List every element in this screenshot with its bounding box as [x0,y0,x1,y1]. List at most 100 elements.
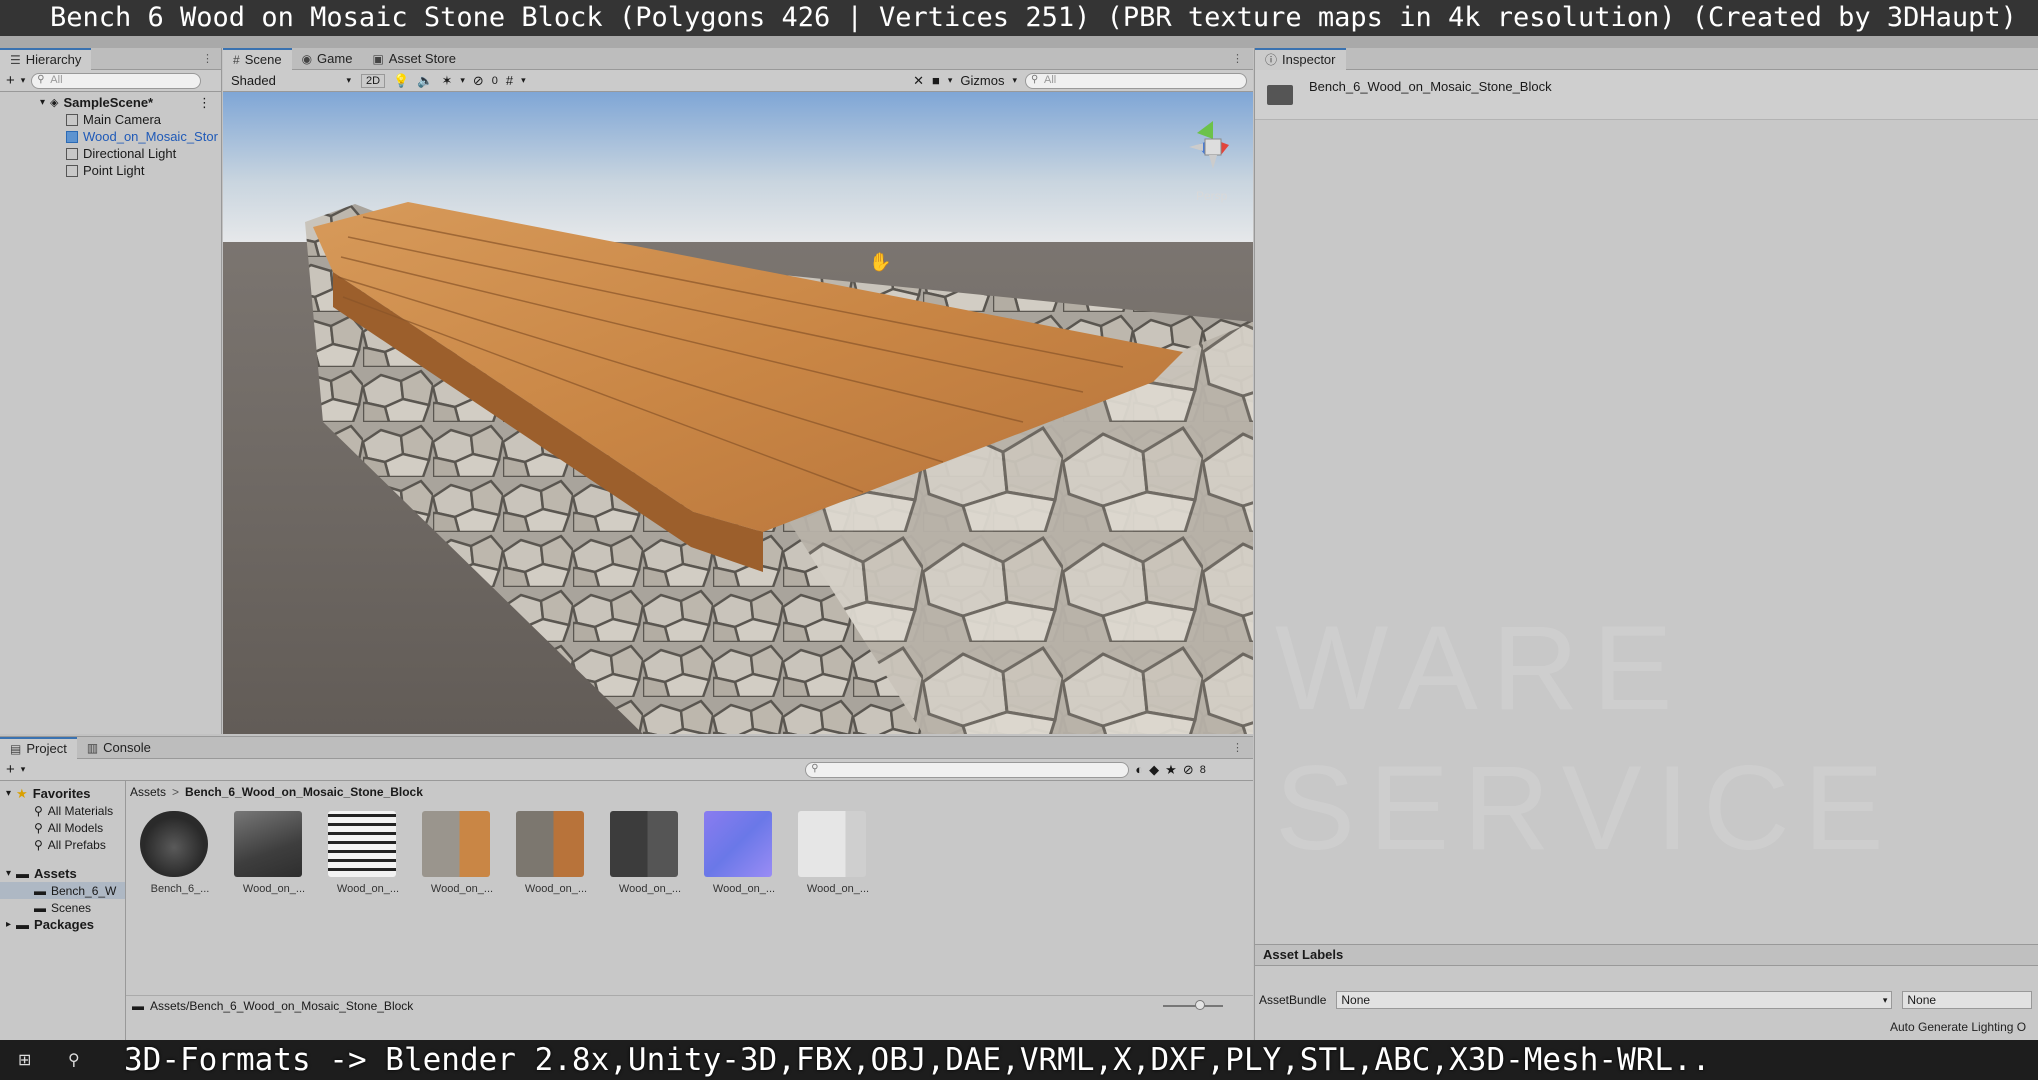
chevron-down-icon[interactable]: ▾ [1012,75,1017,86]
scene-viewport[interactable]: Persp ✋ [223,92,1253,734]
chevron-down-icon: ▾ [1882,994,1888,1005]
favorites-folder[interactable]: ▾ ★ Favorites [0,785,125,802]
inspector-panel: ⓘ Inspector Bench_6_Wood_on_Mosaic_Stone… [1254,47,2038,1048]
folder-icon: ▬ [132,998,144,1013]
add-icon[interactable]: + [6,761,15,778]
audio-icon[interactable]: 🔈 [417,73,433,89]
scene-panel: # Scene ◉ Game ▣ Asset Store ⋮ Shaded ▾ … [223,47,1253,734]
hierarchy-item-directional-light[interactable]: Directional Light [0,145,221,162]
thumbnail-size-slider[interactable] [1163,999,1223,1010]
effects-icon[interactable]: ✶ [441,73,452,89]
breadcrumb: Assets > Bench_6_Wood_on_Mosaic_Stone_Bl… [130,781,423,803]
chevron-down-icon[interactable]: ▾ [21,75,26,86]
breadcrumb-assets[interactable]: Assets [130,785,166,799]
hierarchy-item-main-camera[interactable]: Main Camera [0,111,221,128]
folder-icon: ▬ [16,917,30,932]
tab-asset-store[interactable]: ▣ Asset Store [362,48,466,70]
inspector-header: Bench_6_Wood_on_Mosaic_Stone_Block [1255,70,2038,120]
asset-thumb-texture-color[interactable]: Wood_on_... [516,811,596,895]
asset-thumb-texture-height[interactable]: Wood_on_... [610,811,690,895]
list-icon: ☰ [10,52,21,67]
chevron-right-icon: > [172,785,180,799]
grid-toggle-icon[interactable]: # [506,73,513,88]
folder-icon: ▬ [34,900,46,915]
chevron-down-icon: ▾ [346,75,351,85]
shading-dropdown[interactable]: Shaded ▾ [229,73,353,89]
scene-root[interactable]: ▾ ◈ SampleScene* ⋮ [0,94,221,111]
camera-icon[interactable]: ■ [932,73,940,88]
watermark: WARE SERVICE [1275,601,1898,875]
asset-labels-header[interactable]: Asset Labels [1255,944,2038,966]
folder-bench[interactable]: ▬ Bench_6_W [0,882,125,899]
expand-icon[interactable]: ▾ [6,868,11,879]
project-search-input[interactable] [805,761,1130,778]
texture-thumbnail [328,811,396,877]
gizmos-dropdown[interactable]: Gizmos [960,73,1004,88]
chevron-down-icon[interactable]: ▾ [521,75,526,86]
inspector-object-name: Bench_6_Wood_on_Mosaic_Stone_Block [1309,79,1552,94]
search-icon: ⚲ [34,820,43,835]
tab-game[interactable]: ◉ Game [292,48,363,70]
toggle-2d-button[interactable]: 2D [361,73,386,88]
folder-icon: ▬ [16,866,30,881]
chevron-down-icon[interactable]: ▾ [948,75,953,86]
project-toolbar: + ▾ ◐ ◆ ★ ⊘ 8 [0,759,1253,781]
hand-cursor-icon: ✋ [869,251,891,272]
asset-thumb-prefab[interactable]: Bench_6_... [140,811,220,895]
filter-type-icon[interactable]: ◐ [1135,762,1143,777]
asset-thumb-texture-roughness[interactable]: Wood_on_... [798,811,878,895]
texture-thumbnail [610,811,678,877]
panel-menu-icon[interactable]: ⋮ [1232,52,1243,65]
bench-3d-render: Persp ✋ [223,92,1253,734]
caption-bottom: 3D-Formats -> Blender 2.8x,Unity-3D,FBX,… [124,1042,1711,1078]
slider-thumb[interactable] [1195,999,1205,1010]
tools-icon[interactable]: ✕ [913,73,924,89]
asset-thumb-texture-ao[interactable]: Wood_on_... [328,811,408,895]
scene-menu-icon[interactable]: ⋮ [198,95,211,111]
main-toolbar [0,36,2038,48]
asset-thumb-mesh[interactable]: Wood_on_... [234,811,314,895]
breadcrumb-bench-folder[interactable]: Bench_6_Wood_on_Mosaic_Stone_Block [185,785,423,799]
tab-inspector[interactable]: ⓘ Inspector [1255,47,1346,70]
folder-scenes[interactable]: ▬ Scenes [0,899,125,916]
mesh-thumbnail [234,811,302,877]
expand-icon[interactable]: ▸ [6,919,11,930]
expand-icon[interactable]: ▾ [6,788,11,799]
chevron-down-icon[interactable]: ▾ [460,75,465,86]
project-panel: ▤ Project ▥ Console ⋮ + ▾ ◐ ◆ ★ ⊘ 8 ▾ ★ … [0,736,1253,1049]
add-icon[interactable]: + [6,72,15,89]
expand-icon[interactable]: ▾ [40,97,45,108]
asset-thumb-texture-normal[interactable]: Wood_on_... [704,811,784,895]
favorite-star-icon[interactable]: ★ [1165,762,1177,778]
hierarchy-search-input[interactable]: All [31,72,202,89]
tab-console[interactable]: ▥ Console [77,737,161,759]
panel-menu-icon[interactable]: ⋮ [202,52,213,65]
gamepad-icon: ◉ [301,51,313,66]
tab-hierarchy[interactable]: ☰ Hierarchy [0,47,92,70]
assets-folder[interactable]: ▾ ▬ Assets [0,865,125,882]
favorite-all-prefabs[interactable]: ⚲ All Prefabs [0,836,125,853]
auto-lighting-status: Auto Generate Lighting O [1890,1020,2027,1034]
lighting-icon[interactable]: 💡 [393,73,409,89]
filter-label-icon[interactable]: ◆ [1149,762,1159,778]
packages-folder[interactable]: ▸ ▬ Packages [0,916,125,933]
scene-search-input[interactable]: All [1025,72,1247,89]
asset-bundle-dropdown[interactable]: None ▾ [1336,991,1893,1009]
asset-thumb-texture-albedo[interactable]: Wood_on_... [422,811,502,895]
hierarchy-item-point-light[interactable]: Point Light [0,162,221,179]
hidden-packages-icon[interactable]: ⊘ [1183,762,1194,778]
chevron-down-icon[interactable]: ▾ [21,764,26,775]
tab-scene[interactable]: # Scene [223,47,292,70]
persp-label: Persp [1196,189,1228,203]
caption-top: Bench 6 Wood on Mosaic Stone Block (Poly… [0,0,2038,36]
favorite-all-models[interactable]: ⚲ All Models [0,819,125,836]
asset-variant-dropdown[interactable]: None [1902,991,2033,1009]
scene-tabbar: # Scene ◉ Game ▣ Asset Store ⋮ [223,47,1253,70]
favorite-all-materials[interactable]: ⚲ All Materials [0,802,125,819]
hidden-objects-icon[interactable]: ⊘ [473,73,484,89]
tab-project[interactable]: ▤ Project [0,736,77,759]
panel-menu-icon[interactable]: ⋮ [1232,741,1243,754]
asset-grid: Bench_6_... Wood_on_... Wood_on_... Wood… [140,811,878,895]
hierarchy-item-bench[interactable]: Wood_on_Mosaic_Stor [0,128,221,145]
project-tabbar: ▤ Project ▥ Console ⋮ [0,736,1253,759]
